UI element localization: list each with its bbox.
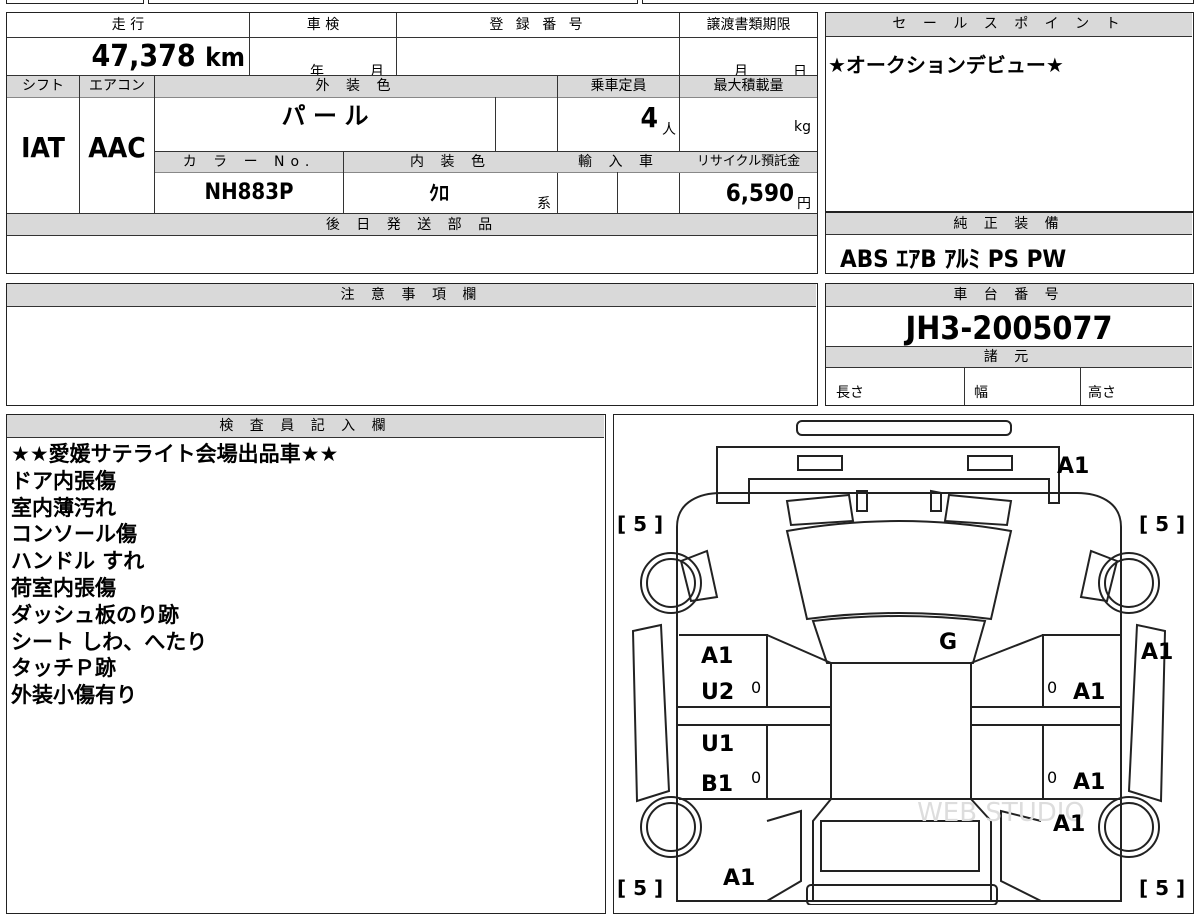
tire-mark-fr: [ 5 ] <box>1139 512 1185 536</box>
body-outline <box>676 492 1122 902</box>
inspector-box: 検 査 員 記 入 欄 ★★愛媛サテライト会場出品車★★ ドア内張傷 室内薄汚れ… <box>6 414 606 914</box>
max-load-label: 最大積載量 <box>713 78 784 94</box>
remark-line: ハンドル すれ <box>11 549 145 574</box>
tire-mark-rl: [ 5 ] <box>617 876 663 900</box>
wheel-front-right <box>1098 552 1160 614</box>
remark-line: シート しわ、へたり <box>11 629 208 654</box>
equipment-text: ABS ｴｱB ｱﾙﾐ PS PW <box>840 245 1067 273</box>
roof <box>811 615 987 664</box>
ac-label: エアコン <box>89 78 145 94</box>
notes-label: 注 意 事 項 欄 <box>7 284 816 307</box>
mark-right-fender: A1 <box>1141 640 1173 665</box>
mark-right-quarter: A1 <box>1053 812 1085 837</box>
mileage-unit: km <box>205 43 245 73</box>
recycle-label: リサイクル預託金 <box>696 154 801 169</box>
wheel-front-left <box>640 552 702 614</box>
car-diagram: WEB STUDIO A1 G A1 U2 U1 B1 A1 A1 A1 A1 … <box>617 420 1185 905</box>
interior-color-label: 内 装 色 <box>410 154 491 170</box>
sales-point-box: セ ー ル ス ポ イ ン ト ★オークションデビュー★ <box>825 12 1194 212</box>
capacity-value: 4 <box>640 101 658 134</box>
remark-line: ドア内張傷 <box>11 468 116 493</box>
spec-length-label: 長さ <box>836 385 864 401</box>
spec-height-label: 高さ <box>1088 385 1116 401</box>
remark-line: 室内薄汚れ <box>11 495 116 520</box>
color-no-label: カ ラ ー No. <box>182 154 316 170</box>
zero-mark: 0 <box>751 678 761 697</box>
inspector-label: 検 査 員 記 入 欄 <box>7 415 604 438</box>
zero-mark: 0 <box>751 768 761 787</box>
remark-line: コンソール傷 <box>11 522 137 547</box>
zero-mark: 0 <box>1047 678 1057 697</box>
ac-value: AAC <box>88 131 146 164</box>
mark-front: A1 <box>1057 454 1089 479</box>
wheel-rear-right <box>1098 796 1160 858</box>
sales-point-text: ★オークションデビュー★ <box>828 53 1064 77</box>
exterior-color-label: 外 装 色 <box>315 78 397 94</box>
inspection-label: 車 検 <box>306 17 340 33</box>
mark-right-front-door: A1 <box>1073 680 1105 705</box>
vehicle-info-table: 走 行 車 検 登 録 番 号 譲渡書類期限 47,378 km 年 月 月 日… <box>6 12 818 274</box>
mark-roof: G <box>939 630 957 655</box>
chassis-box: 車 台 番 号 JH3-2005077 諸 元 長さ 幅 高さ <box>825 283 1194 406</box>
specs-label: 諸 元 <box>983 349 1035 365</box>
max-load-unit: kg <box>794 119 811 135</box>
remark-line: 外装小傷有り <box>11 683 137 708</box>
top-strip-cell-1 <box>6 0 144 4</box>
remarks-list: ★★愛媛サテライト会場出品車★★ ドア内張傷 室内薄汚れ コンソール傷 ハンドル… <box>11 441 338 709</box>
mark-left-rear: A1 <box>723 866 755 891</box>
chassis-label: 車 台 番 号 <box>826 284 1192 307</box>
exterior-color-value: パ ー ル <box>281 102 369 130</box>
remark-line: ダッシュ板のり跡 <box>11 602 179 627</box>
windshield <box>785 520 1013 621</box>
registration-label: 登 録 番 号 <box>489 17 587 33</box>
shift-value: IAT <box>21 131 65 164</box>
color-no-value: NH883P <box>204 180 294 205</box>
interior-color-suffix: 系 <box>537 196 551 212</box>
remark-line: 荷室内張傷 <box>11 575 116 600</box>
interior-color-value: ｸﾛ <box>429 181 449 205</box>
tire-mark-rr: [ 5 ] <box>1139 876 1185 900</box>
shift-label: シフト <box>22 78 64 94</box>
wheel-rear-left <box>640 796 702 858</box>
equipment-box: 純 正 装 備 ABS ｴｱB ｱﾙﾐ PS PW <box>825 212 1194 274</box>
mileage-value: 47,378 <box>91 39 196 74</box>
transfer-deadline-label: 譲渡書類期限 <box>706 17 791 33</box>
top-strip-cell-3 <box>642 0 1194 4</box>
recycle-unit: 円 <box>797 196 811 212</box>
mark-left-front-door-1: A1 <box>701 644 733 669</box>
chassis-number: JH3-2005077 <box>905 309 1113 347</box>
import-label: 輸 入 車 <box>578 154 659 170</box>
capacity-unit: 人 <box>662 122 676 138</box>
mark-left-front-door-2: U2 <box>701 680 734 705</box>
tire-mark-fl: [ 5 ] <box>617 512 663 536</box>
mark-left-rear-door-2: B1 <box>701 772 733 797</box>
recycle-fee-value: 6,590 <box>725 179 794 207</box>
notes-box: 注 意 事 項 欄 <box>6 283 818 406</box>
spec-width-label: 幅 <box>974 385 988 401</box>
later-parts-label: 後 日 発 送 部 品 <box>325 217 499 233</box>
sales-point-label: セ ー ル ス ポ イ ン ト <box>826 13 1192 37</box>
mark-left-rear-door-1: U1 <box>701 732 734 757</box>
mark-right-rear-door: A1 <box>1073 770 1105 795</box>
top-strip-cell-2 <box>148 0 638 4</box>
front-bumper <box>796 420 1012 436</box>
mileage-label: 走 行 <box>7 13 249 37</box>
car-diagram-box: WEB STUDIO A1 G A1 U2 U1 B1 A1 A1 A1 A1 … <box>613 414 1194 914</box>
zero-mark: 0 <box>1047 768 1057 787</box>
remark-line: タッチＰ跡 <box>11 656 116 681</box>
equipment-label: 純 正 装 備 <box>826 213 1192 235</box>
capacity-label: 乗車定員 <box>590 78 647 94</box>
remark-line: ★★愛媛サテライト会場出品車★★ <box>11 442 339 466</box>
